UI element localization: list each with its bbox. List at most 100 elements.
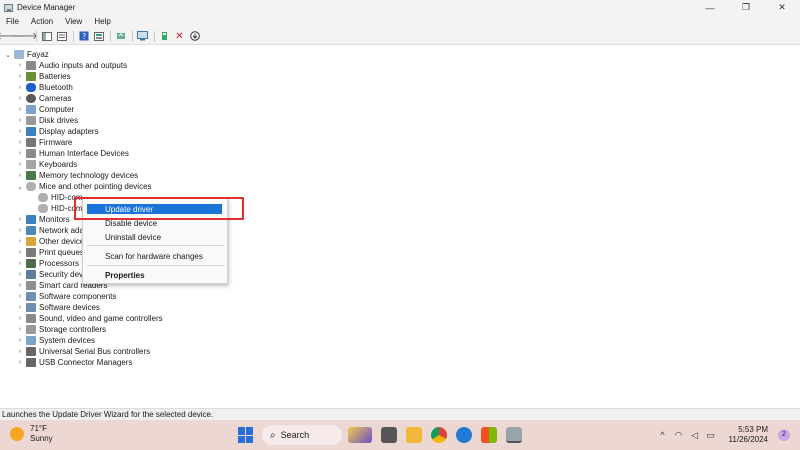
chevron-right-icon[interactable]: › — [16, 282, 24, 289]
chevron-right-icon[interactable]: › — [16, 348, 24, 355]
speaker-icon — [26, 61, 36, 70]
tree-item[interactable]: › System devices — [16, 335, 95, 346]
chevron-right-icon[interactable]: › — [16, 84, 24, 91]
uninstall-device-icon[interactable]: ✕ — [173, 30, 186, 43]
download-driver-icon[interactable] — [188, 30, 201, 43]
volume-icon[interactable]: ◁ — [689, 430, 701, 441]
chevron-right-icon[interactable]: › — [16, 227, 24, 234]
edge-icon[interactable] — [456, 427, 472, 443]
chevron-right-icon[interactable]: › — [16, 106, 24, 113]
tree-item[interactable]: › Human Interface Devices — [16, 148, 129, 159]
properties-menu-item[interactable]: Properties — [105, 271, 145, 280]
tree-item[interactable]: › Print queues — [16, 247, 84, 258]
chevron-right-icon[interactable]: › — [16, 271, 24, 278]
tree-item[interactable]: › Keyboards — [16, 159, 77, 170]
show-hide-tree-icon[interactable] — [40, 30, 53, 43]
battery-icon[interactable]: ▭ — [705, 430, 717, 441]
weather-condition: Sunny — [30, 434, 53, 443]
minimize-button[interactable]: — — [692, 0, 728, 15]
chevron-right-icon[interactable]: › — [16, 326, 24, 333]
tree-item[interactable]: › Network ada — [16, 225, 84, 236]
chevron-right-icon[interactable]: › — [16, 139, 24, 146]
chevron-right-icon[interactable]: › — [16, 172, 24, 179]
microsoft-store-icon[interactable] — [481, 427, 497, 443]
device-manager-taskbar-icon[interactable] — [506, 427, 522, 443]
update-driver-icon[interactable] — [114, 30, 127, 43]
chevron-right-icon[interactable]: › — [16, 128, 24, 135]
chevron-down-icon[interactable]: ⌄ — [16, 183, 24, 191]
menu-action[interactable]: Action — [25, 17, 59, 26]
menu-help[interactable]: Help — [88, 17, 116, 26]
chevron-right-icon[interactable]: › — [16, 216, 24, 223]
menu-view[interactable]: View — [59, 17, 88, 26]
clock[interactable]: 5:53 PM 11/26/2024 — [729, 425, 768, 445]
chevron-down-icon[interactable]: ⌄ — [4, 51, 12, 59]
maximize-button[interactable]: ❐ — [728, 0, 764, 15]
tree-item[interactable]: › Disk drives — [16, 115, 78, 126]
chevron-right-icon[interactable]: › — [16, 293, 24, 300]
software-device-icon — [26, 303, 36, 312]
tree-item[interactable]: › Computer — [16, 104, 74, 115]
scan-hardware-icon[interactable] — [136, 30, 149, 43]
tree-item[interactable]: › Audio inputs and outputs — [16, 60, 127, 71]
chevron-right-icon[interactable]: › — [16, 249, 24, 256]
tree-item[interactable]: › Display adapters — [16, 126, 99, 137]
tree-item[interactable]: › USB Connector Managers — [16, 357, 132, 368]
chevron-right-icon[interactable]: › — [16, 260, 24, 267]
menu-file[interactable]: File — [0, 17, 25, 26]
sun-icon — [10, 427, 24, 441]
taskbar-search[interactable]: ⌕ Search — [262, 425, 342, 445]
chevron-right-icon[interactable]: › — [16, 95, 24, 102]
chevron-right-icon[interactable]: › — [16, 150, 24, 157]
chevron-right-icon[interactable]: › — [16, 304, 24, 311]
system-device-icon — [26, 336, 36, 345]
close-button[interactable]: ✕ — [764, 0, 800, 15]
computer-icon — [14, 50, 24, 59]
tree-item[interactable]: › Software devices — [16, 302, 100, 313]
wifi-icon[interactable]: ◠ — [673, 430, 685, 441]
scan-hardware-menu-item[interactable]: Scan for hardware changes — [105, 252, 203, 261]
view-list-icon[interactable] — [92, 30, 105, 43]
tree-item[interactable]: › Processors — [16, 258, 79, 269]
enable-device-icon[interactable] — [158, 30, 171, 43]
date: 11/26/2024 — [728, 435, 768, 444]
toolbar-divider — [154, 30, 155, 42]
chevron-right-icon[interactable]: › — [16, 73, 24, 80]
tree-item[interactable]: › Other device — [16, 236, 84, 247]
menu-divider — [87, 245, 225, 246]
tree-item[interactable]: › Software components — [16, 291, 116, 302]
disable-device-menu-item[interactable]: Disable device — [105, 219, 157, 228]
chevron-right-icon[interactable]: › — [16, 161, 24, 168]
weather-widget[interactable]: 71°F Sunny — [10, 424, 53, 444]
tree-item[interactable]: › Firmware — [16, 137, 72, 148]
tree-item[interactable]: › Bluetooth — [16, 82, 73, 93]
notification-badge[interactable]: 2 — [778, 429, 790, 441]
tree-item[interactable]: › Monitors — [16, 214, 70, 225]
tree-item[interactable]: › Sound, video and game controllers — [16, 313, 163, 324]
tree-item[interactable]: › Memory technology devices — [16, 170, 138, 181]
firmware-icon — [26, 138, 36, 147]
properties-icon[interactable] — [55, 30, 68, 43]
chevron-right-icon[interactable]: › — [16, 238, 24, 245]
file-explorer-icon[interactable] — [406, 427, 422, 443]
task-view-icon[interactable] — [381, 427, 397, 443]
tree-item[interactable]: › Batteries — [16, 71, 71, 82]
tree-item[interactable]: › Storage controllers — [16, 324, 106, 335]
tree-item-expanded[interactable]: ⌄ Mice and other pointing devices — [16, 181, 152, 192]
chevron-right-icon[interactable]: › — [16, 62, 24, 69]
widgets-pen-icon[interactable] — [348, 427, 372, 443]
chevron-up-icon[interactable]: ^ — [657, 430, 669, 440]
tree-root[interactable]: ⌄ Fayaz — [4, 49, 49, 60]
chevron-right-icon[interactable]: › — [16, 315, 24, 322]
chevron-right-icon[interactable]: › — [16, 359, 24, 366]
windows-start-icon[interactable] — [238, 427, 254, 443]
help-icon[interactable]: ? — [77, 30, 90, 43]
uninstall-device-menu-item[interactable]: Uninstall device — [105, 233, 161, 242]
tree-item[interactable]: › Universal Serial Bus controllers — [16, 346, 150, 357]
chrome-icon[interactable] — [431, 427, 447, 443]
forward-arrow-icon[interactable]: 🡒 — [11, 30, 38, 43]
chevron-right-icon[interactable]: › — [16, 117, 24, 124]
chevron-right-icon[interactable]: › — [16, 337, 24, 344]
tree-item[interactable]: › Security devi — [16, 269, 85, 280]
tree-item[interactable]: › Cameras — [16, 93, 71, 104]
